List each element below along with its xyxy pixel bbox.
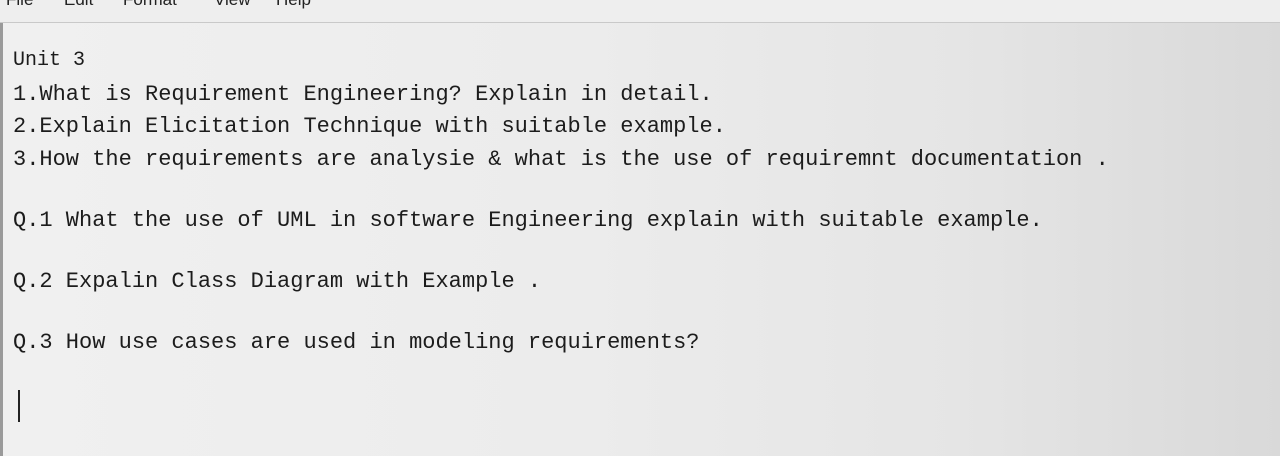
text-line-q1: Q.1 What the use of UML in software Engi… <box>13 208 1043 233</box>
text-editor-area[interactable]: Unit 3 1.What is Requirement Engineering… <box>0 23 1280 456</box>
notepad-window: File Edit Format View Help Unit 3 1.What… <box>0 0 1280 456</box>
text-caret <box>18 390 20 422</box>
text-line-question-3: 3.How the requirements are analysie & wh… <box>13 147 1109 172</box>
text-line-question-1: 1.What is Requirement Engineering? Expla… <box>13 82 713 107</box>
menu-help[interactable]: Help <box>276 0 311 8</box>
menu-file[interactable]: File <box>6 0 33 8</box>
menu-bar: File Edit Format View Help <box>0 0 1280 23</box>
text-line-unit-heading: Unit 3 <box>13 49 86 72</box>
text-line-q2: Q.2 Expalin Class Diagram with Example . <box>13 269 542 294</box>
text-line-question-2: 2.Explain Elicitation Technique with sui… <box>13 114 726 139</box>
menu-view[interactable]: View <box>214 0 251 8</box>
menu-edit[interactable]: Edit <box>64 0 93 8</box>
text-line-q3: Q.3 How use cases are used in modeling r… <box>13 330 700 355</box>
menu-format[interactable]: Format <box>123 0 177 8</box>
